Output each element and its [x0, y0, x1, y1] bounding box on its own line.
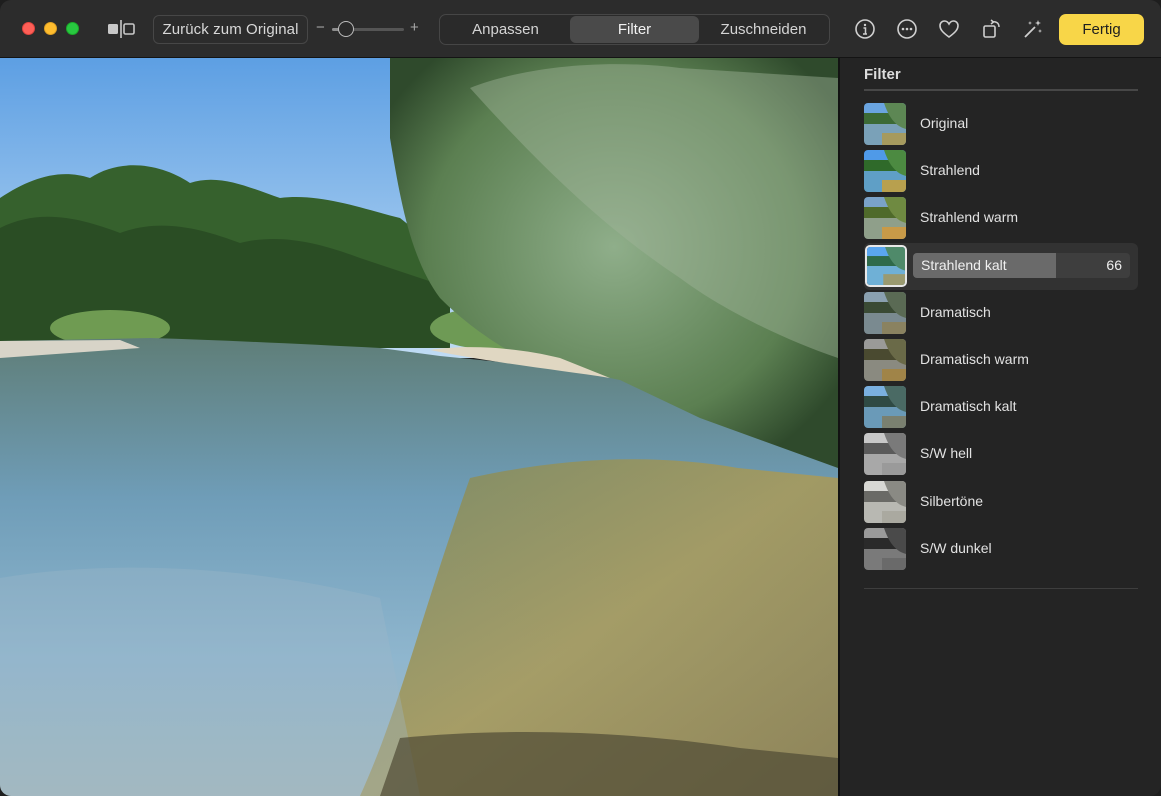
filter-item-original[interactable]: Original	[864, 101, 1138, 148]
filter-label: Dramatisch warm	[920, 350, 1029, 367]
intensity-value: 66	[1106, 256, 1122, 273]
filter-label: Strahlend	[920, 162, 980, 179]
filter-thumbnail	[864, 150, 906, 193]
filter-label: Strahlend kalt	[921, 256, 1007, 273]
filter-label: Dramatisch	[920, 303, 991, 320]
filter-item-noir[interactable]: S/W dunkel	[864, 526, 1138, 573]
filter-thumbnail	[864, 433, 906, 476]
fullscreen-window-button[interactable]	[66, 22, 79, 35]
toolbar: Zurück zum Original − + Anpassen Filter …	[0, 0, 1161, 58]
panel-divider-bottom	[864, 588, 1138, 589]
minimize-window-button[interactable]	[44, 22, 57, 35]
filter-thumbnail	[864, 197, 906, 240]
zoom-out-icon[interactable]: −	[316, 19, 325, 36]
filter-thumbnail	[864, 291, 906, 334]
filter-item-dramatic[interactable]: Dramatisch	[864, 290, 1138, 337]
close-window-button[interactable]	[22, 22, 35, 35]
filter-item-dramatic-warm[interactable]: Dramatisch warm	[864, 337, 1138, 384]
tab-crop[interactable]: Zuschneiden	[699, 16, 828, 43]
filter-thumbnail	[864, 386, 906, 429]
edit-mode-tabs: Anpassen Filter Zuschneiden	[439, 14, 830, 45]
zoom-slider-knob[interactable]	[338, 21, 355, 37]
filter-thumbnail	[864, 103, 906, 145]
filter-list: Original Strahlend Strahlend warm Strahl…	[864, 101, 1138, 573]
magic-wand-icon[interactable]	[1021, 17, 1045, 41]
rotate-icon[interactable]	[980, 17, 1004, 41]
filter-item-vivid-cool[interactable]: Strahlend kalt 66	[864, 242, 1138, 290]
filter-label: Original	[920, 115, 969, 131]
filter-thumbnail	[864, 480, 906, 523]
split-view-icon	[108, 20, 135, 38]
panel-title: Filter	[864, 66, 901, 83]
filter-thumbnail-selected	[865, 244, 907, 287]
filter-label: Strahlend warm	[920, 209, 1019, 226]
filter-item-vivid[interactable]: Strahlend	[864, 148, 1138, 195]
filter-thumbnail	[864, 338, 906, 381]
tab-adjust[interactable]: Anpassen	[441, 16, 570, 43]
filter-label: Silbertöne	[920, 492, 984, 509]
filter-item-silvertone[interactable]: Silbertöne	[864, 479, 1138, 526]
filter-item-vivid-warm[interactable]: Strahlend warm	[864, 195, 1138, 242]
filter-label: Dramatisch kalt	[920, 398, 1017, 415]
info-icon[interactable]	[853, 17, 877, 41]
heart-icon[interactable]	[937, 17, 961, 41]
river-landscape-photo	[0, 58, 838, 796]
compare-button[interactable]	[104, 18, 138, 40]
panel-divider-top	[864, 89, 1138, 91]
photo-canvas[interactable]	[0, 58, 838, 796]
zoom-in-icon[interactable]: +	[410, 19, 419, 36]
filter-thumbnail	[864, 527, 906, 570]
filter-label: S/W dunkel	[920, 539, 992, 556]
filter-panel: Filter Original Strahlend Strahlend warm…	[838, 58, 1161, 796]
filter-item-mono[interactable]: S/W hell	[864, 431, 1138, 478]
photos-editor-window: Zurück zum Original − + Anpassen Filter …	[0, 0, 1161, 796]
filter-label: S/W hell	[920, 445, 973, 462]
revert-to-original-button[interactable]: Zurück zum Original	[153, 15, 308, 44]
more-icon[interactable]	[895, 17, 919, 41]
tab-filter[interactable]: Filter	[570, 16, 699, 43]
filter-item-dramatic-cool[interactable]: Dramatisch kalt	[864, 384, 1138, 431]
done-button[interactable]: Fertig	[1059, 14, 1144, 45]
filter-intensity-slider[interactable]: Strahlend kalt 66	[913, 252, 1130, 278]
